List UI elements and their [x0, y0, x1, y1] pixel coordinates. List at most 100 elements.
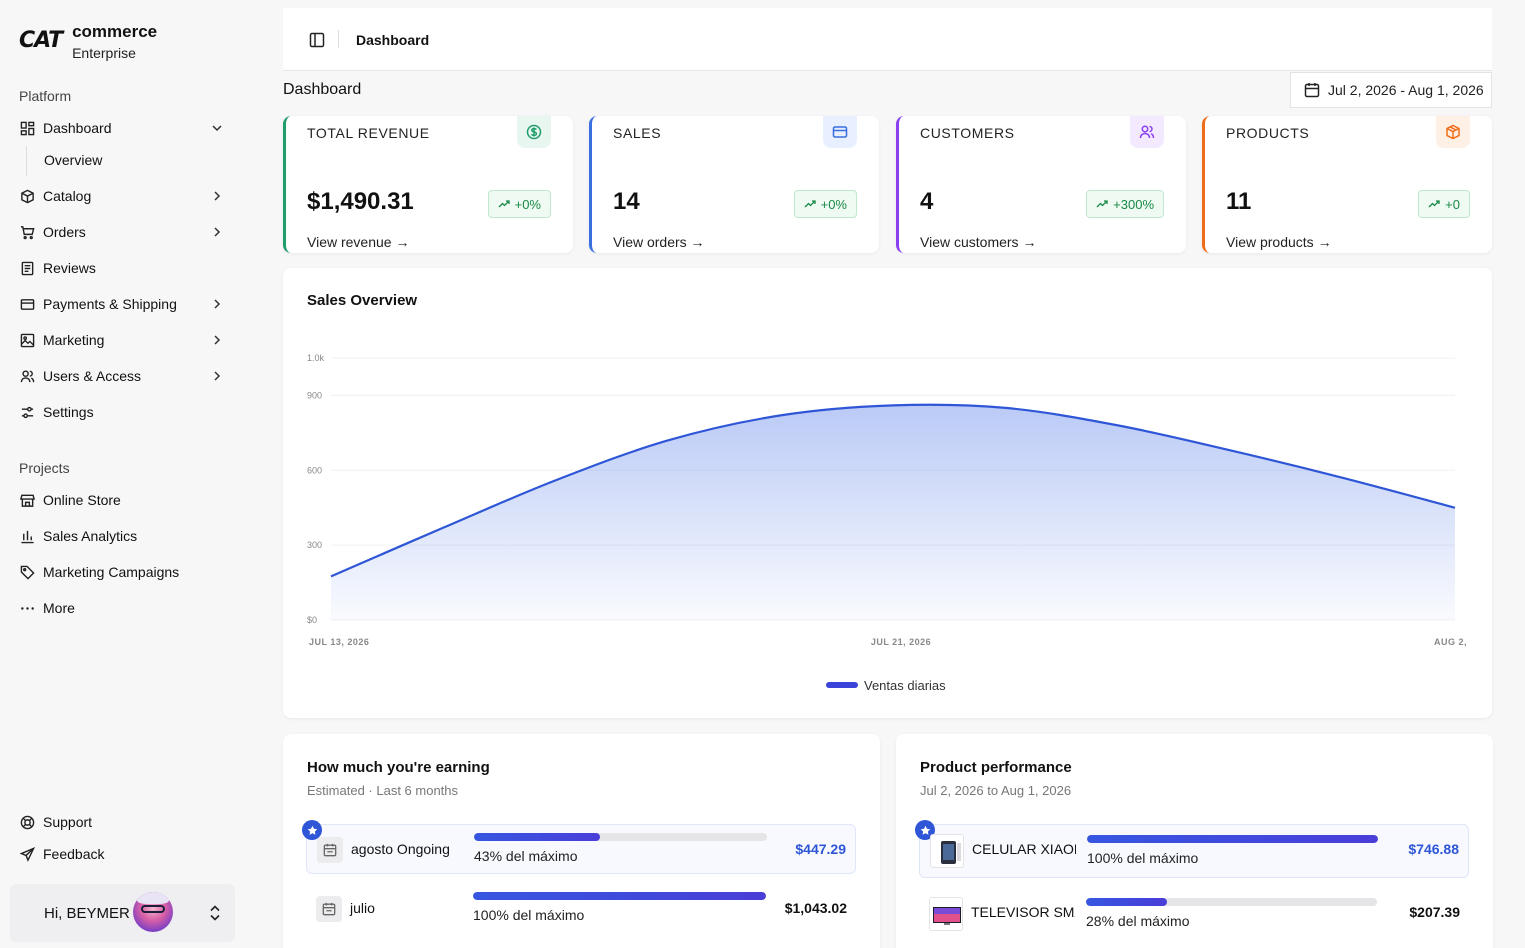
view-orders-link[interactable]: View orders → — [613, 234, 705, 250]
product-amount: $207.39 — [1409, 904, 1460, 920]
kpi-label: PRODUCTS — [1226, 125, 1310, 141]
sidebar-item-label: Online Store — [43, 492, 121, 508]
sidebar-item-payments-shipping[interactable]: Payments & Shipping — [19, 292, 231, 316]
y-tick-label: 900 — [307, 390, 322, 400]
month-name: julio — [350, 900, 375, 916]
kpi-change-badge: +300% — [1086, 190, 1164, 218]
earnings-amount: $447.29 — [795, 841, 846, 857]
legend-label[interactable]: Ventas diarias — [864, 678, 946, 693]
sidebar-item-marketing[interactable]: Marketing — [19, 328, 231, 352]
view-revenue-link[interactable]: View revenue → — [307, 234, 409, 250]
kpi-card-products: PRODUCTS 11 +0 View products → — [1202, 116, 1492, 253]
sidebar-item-label: Catalog — [43, 188, 92, 204]
kpi-change-badge: +0% — [487, 190, 551, 218]
percent-label: 28% del máximo — [1086, 913, 1190, 929]
kpi-card-customers: CUSTOMERS 4 +300% View customers → — [896, 116, 1186, 253]
sidebar-item-support[interactable]: Support — [19, 810, 231, 834]
sidebar-item-reviews[interactable]: Reviews — [19, 256, 231, 280]
platform-group-label: Platform — [19, 88, 72, 104]
sidebar-item-label: Marketing Campaigns — [43, 564, 180, 580]
view-products-link[interactable]: View products → — [1226, 234, 1332, 250]
sidebar-item-feedback[interactable]: Feedback — [19, 842, 231, 866]
month-name: agosto Ongoing — [351, 841, 450, 857]
topbar-divider — [338, 30, 339, 48]
sidebar-item-settings[interactable]: Settings — [19, 400, 231, 424]
projects-group-label: Projects — [19, 460, 70, 476]
page-title: Dashboard — [283, 81, 362, 98]
earnings-card: How much you're earning Estimated · Last… — [283, 734, 880, 948]
kpi-value: 14 — [613, 188, 640, 215]
sidebar-item-marketing-campaigns[interactable]: Marketing Campaigns — [19, 560, 231, 584]
calendar-icon — [317, 837, 343, 863]
chevron-right-icon — [209, 224, 225, 240]
kpi-change: +0% — [820, 196, 847, 212]
sidebar-item-dashboard[interactable]: Dashboard — [19, 116, 231, 140]
y-tick-label: 600 — [307, 465, 322, 475]
trending-up-icon — [498, 200, 510, 208]
sidebar-item-orders[interactable]: Orders — [19, 220, 231, 244]
series-area — [331, 404, 1455, 620]
dollar-circle-icon — [517, 116, 551, 148]
trending-up-icon — [1428, 200, 1440, 208]
chevron-down-icon — [209, 120, 225, 136]
sales-overview-chart[interactable]: $0 300 600 900 1.0k JUL 13, 2026 JUL 21, 2026… — [283, 268, 1492, 718]
send-icon — [19, 846, 35, 862]
earnings-title: How much you're earning — [307, 759, 490, 776]
kpi-change: +0% — [514, 196, 541, 212]
x-tick-label: JUL 13, 2026 — [309, 637, 369, 647]
sidebar-item-label: Users & Access — [43, 368, 142, 384]
progress-fill — [1086, 898, 1168, 906]
product-row[interactable]: TELEVISOR SMART 28% del máximo $207.39 — [919, 888, 1469, 942]
earnings-row[interactable]: julio 100% del máximo $1,043.02 — [306, 884, 856, 934]
sidebar-item-sales-analytics[interactable]: Sales Analytics — [19, 524, 231, 548]
percent-label: 100% del máximo — [473, 907, 585, 923]
progress-fill — [474, 833, 600, 841]
kpi-card-sales: SALES 14 +0% View orders → — [589, 116, 879, 253]
product-progress-bar — [1086, 898, 1377, 906]
earnings-progress-bar — [474, 833, 767, 841]
lifebuoy-icon — [19, 814, 35, 830]
product-name: CELULAR XIAOMI — [972, 841, 1076, 857]
store-icon — [19, 492, 35, 508]
sidebar-item-label: Payments & Shipping — [43, 296, 177, 312]
earnings-subtitle: Estimated · Last 6 months — [307, 783, 459, 798]
date-range-picker[interactable]: Jul 2, 2026 - Aug 1, 2026 — [1290, 72, 1492, 108]
earnings-row[interactable]: agosto Ongoing 43% del máximo $447.29 — [302, 820, 856, 874]
y-tick-label: $0 — [307, 615, 317, 625]
image-icon — [19, 332, 35, 348]
product-amount: $746.88 — [1408, 841, 1459, 857]
product-thumbnail — [929, 897, 963, 931]
view-customers-link[interactable]: View customers → — [920, 234, 1036, 250]
kpi-label: TOTAL REVENUE — [307, 125, 430, 141]
sidebar-item-users-access[interactable]: Users & Access — [19, 364, 231, 388]
sidebar-item-catalog[interactable]: Catalog — [19, 184, 231, 208]
trending-up-icon — [1096, 200, 1108, 208]
sidebar-subitem-overview[interactable]: Overview — [44, 152, 102, 168]
sidebar-item-label: Dashboard — [43, 120, 112, 136]
brand-logo[interactable]: CAT commerce Enterprise — [19, 22, 157, 64]
credit-card-icon — [19, 296, 35, 312]
kpi-change: +0 — [1445, 196, 1460, 212]
calendar-icon — [1304, 83, 1320, 98]
package-icon — [1436, 116, 1470, 148]
tag-icon — [19, 564, 35, 580]
sidebar-item-label: More — [43, 600, 75, 616]
earnings-progress-bar — [473, 892, 766, 900]
users-icon — [1130, 116, 1164, 148]
sidebar: CAT commerce Enterprise Platform Dashboa… — [0, 0, 250, 948]
kpi-change: +300% — [1113, 196, 1154, 212]
performance-subtitle: Jul 2, 2026 to Aug 1, 2026 — [920, 783, 1072, 798]
kpi-card-total-revenue: TOTAL REVENUE $1,490.31 +0% View revenue… — [283, 116, 573, 253]
sales-overview-card: Sales Overview $0 300 600 900 1.0k JUL 13, 2… — [283, 268, 1492, 718]
user-menu[interactable]: Hi, BEYMER — [10, 884, 235, 942]
sidebar-item-more[interactable]: More — [19, 596, 231, 620]
trending-up-icon — [804, 200, 816, 208]
product-row[interactable]: CELULAR XIAOMI 100% del máximo $746.88 — [915, 820, 1469, 878]
brand-mark: CAT — [19, 28, 63, 53]
sidebar-item-label: Marketing — [43, 332, 105, 348]
sidebar-item-label: Support — [43, 814, 93, 830]
document-icon — [19, 260, 35, 276]
sidebar-item-online-store[interactable]: Online Store — [19, 488, 231, 512]
sidebar-toggle-icon[interactable] — [309, 32, 325, 53]
chevron-right-icon — [209, 332, 225, 348]
